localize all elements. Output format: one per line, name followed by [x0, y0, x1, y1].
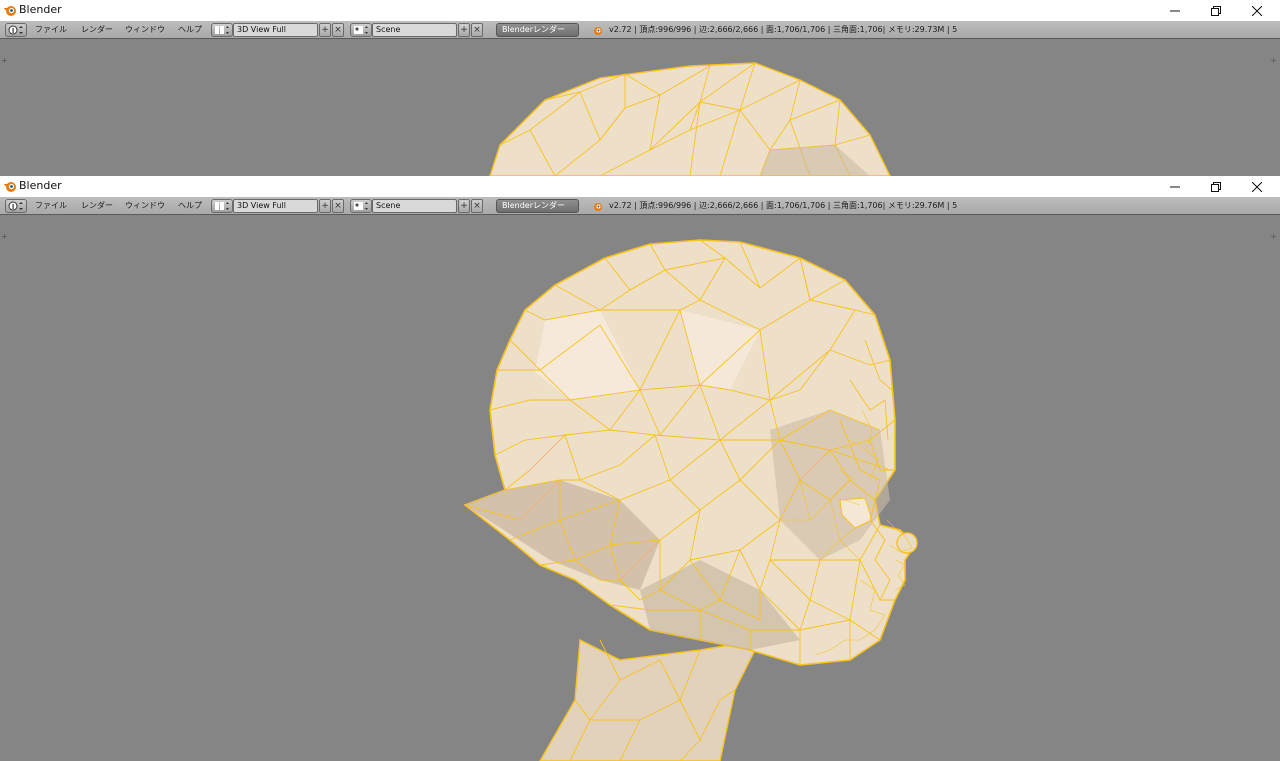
info-header: ファイル レンダー ウィンドウ ヘルプ 3D View Full + × Sce… [0, 21, 1280, 39]
menu-window[interactable]: ウィンドウ [125, 24, 165, 35]
menu-render[interactable]: レンダー [81, 200, 113, 211]
close-button[interactable] [1234, 176, 1280, 197]
render-engine-select[interactable]: Blenderレンダー [496, 23, 579, 37]
minimize-icon [1170, 10, 1180, 11]
3d-viewport[interactable]: + + [0, 216, 1280, 761]
screen-layout-field[interactable]: 3D View Full [233, 199, 318, 213]
close-icon [1252, 5, 1262, 16]
restore-button[interactable] [1193, 176, 1239, 197]
info-header: ファイル レンダー ウィンドウ ヘルプ 3D View Full + × Sce… [0, 197, 1280, 215]
screen-layout-icon [215, 202, 229, 210]
scene-stats: v2.72 | 頂点:996/996 | 辺:2,666/2,666 | 面:1… [609, 201, 958, 210]
editor-type-button[interactable] [5, 199, 27, 213]
remove-scene-button[interactable]: × [471, 199, 483, 213]
add-layout-button[interactable]: + [319, 23, 331, 37]
menu-file[interactable]: ファイル [35, 200, 67, 211]
info-editor-icon [8, 25, 23, 35]
blender-logo-icon [4, 6, 16, 16]
3d-viewport[interactable]: + + [0, 40, 1280, 176]
blender-status-icon [594, 27, 602, 35]
blender-window-front: Blender ファイル レンダー ウィンドウ ヘルプ 3D View Full… [0, 176, 1280, 761]
remove-layout-button[interactable]: × [332, 23, 344, 37]
add-scene-button[interactable]: + [458, 199, 470, 213]
menu-help[interactable]: ヘルプ [178, 24, 202, 35]
window-title: Blender [19, 3, 62, 16]
title-bar: Blender [0, 176, 1280, 197]
scene-icon [354, 202, 368, 210]
info-editor-icon [8, 201, 23, 211]
editor-type-button[interactable] [5, 23, 27, 37]
minimize-button[interactable] [1152, 176, 1198, 197]
scene-field[interactable]: Scene [372, 23, 457, 37]
blender-logo-icon [4, 182, 16, 192]
restore-icon [1211, 181, 1221, 192]
menu-help[interactable]: ヘルプ [178, 200, 202, 211]
minimize-button[interactable] [1152, 0, 1198, 21]
menu-render[interactable]: レンダー [81, 24, 113, 35]
screen-layout-button[interactable] [211, 23, 233, 37]
add-scene-button[interactable]: + [458, 23, 470, 37]
minimize-icon [1170, 186, 1180, 187]
menu-window[interactable]: ウィンドウ [125, 200, 165, 211]
window-title: Blender [19, 179, 62, 192]
screen-layout-icon [215, 26, 229, 34]
head-mesh-wireframe [489, 61, 891, 176]
close-icon [1252, 181, 1262, 192]
scene-button[interactable] [350, 199, 372, 213]
blender-status-icon [594, 203, 602, 211]
restore-icon [1211, 5, 1221, 16]
remove-layout-button[interactable]: × [332, 199, 344, 213]
add-layout-button[interactable]: + [319, 199, 331, 213]
restore-button[interactable] [1193, 0, 1239, 21]
scene-icon [354, 26, 368, 34]
scene-field[interactable]: Scene [372, 199, 457, 213]
remove-scene-button[interactable]: × [471, 23, 483, 37]
screen-layout-field[interactable]: 3D View Full [233, 23, 318, 37]
render-engine-select[interactable]: Blenderレンダー [496, 199, 579, 213]
title-bar: Blender [0, 0, 1280, 21]
scene-button[interactable] [350, 23, 372, 37]
close-button[interactable] [1234, 0, 1280, 21]
screen-layout-button[interactable] [211, 199, 233, 213]
menu-file[interactable]: ファイル [35, 24, 67, 35]
blender-window-back: Blender ファイル レンダー ウィンドウ ヘルプ 3D View Full… [0, 0, 1280, 176]
head-mesh-wireframe [463, 239, 918, 761]
scene-stats: v2.72 | 頂点:996/996 | 辺:2,666/2,666 | 面:1… [609, 25, 958, 34]
